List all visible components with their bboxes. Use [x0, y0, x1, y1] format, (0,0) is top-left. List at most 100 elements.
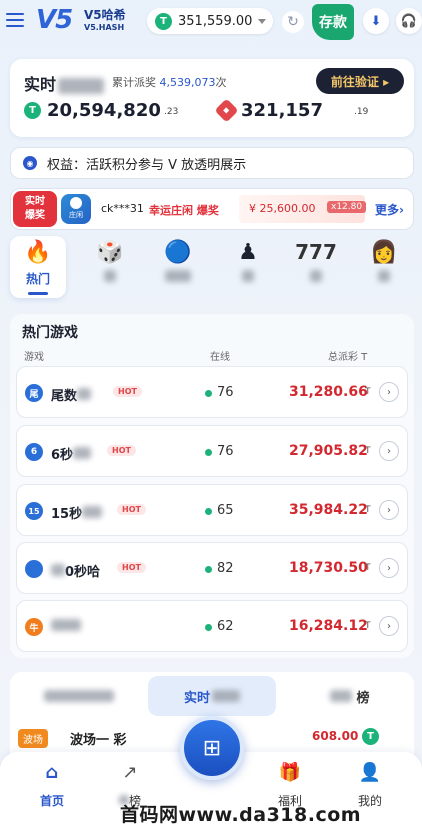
chevron-right-icon[interactable]: ›	[379, 616, 399, 636]
payout-unit: T	[365, 505, 371, 515]
dealer-icon: 👩	[370, 240, 398, 265]
jackpot-badge: 实时 爆奖	[13, 191, 57, 227]
hot-badge: HOT	[113, 386, 142, 397]
secondary-value: 321,157	[241, 100, 323, 121]
jackpot-desc: 幸运庄闲 爆奖	[149, 204, 219, 217]
payout-amount: 27,905.82	[289, 443, 368, 459]
app-subtitle: V5.HASH	[84, 23, 125, 32]
fire-icon: 🔥	[24, 240, 52, 265]
refresh-icon[interactable]: ↻	[282, 11, 304, 33]
table-row[interactable]: 6 6秒 HOT 76 27,905.82 T ›	[16, 425, 408, 477]
menu-icon[interactable]	[6, 13, 24, 27]
top-header: V5 V5哈希 V5.HASH T 351,559.00 ↻ 存款 ⬇ 🎧	[0, 0, 422, 46]
chart-icon: ↗	[122, 762, 138, 783]
tron-coin-icon: T	[155, 12, 172, 30]
column-total-payout: 总派彩 T	[328, 352, 368, 363]
ball-icon: 🔵	[164, 240, 192, 265]
user-icon: 👤	[358, 762, 382, 783]
stats-card: 实时 累计派奖 4,539,073次 前往验证 ▸ T 20,594,820 .…	[10, 59, 414, 137]
hot-games-title: 热门游戏	[22, 325, 78, 341]
category-ball[interactable]: 🔵	[150, 236, 206, 298]
nav-home[interactable]: ⌂ 首页	[22, 762, 82, 809]
balance-selector[interactable]: T 351,559.00	[147, 8, 273, 34]
secondary-total: ◆ 321,157	[214, 98, 323, 123]
game-icon: 尾	[25, 384, 43, 402]
jackpot-amount: ¥ 25,600.00	[249, 202, 316, 215]
game-icon: 6	[25, 443, 43, 461]
game-name	[51, 619, 81, 635]
category-slots[interactable]: 777	[288, 236, 344, 298]
game-icon	[25, 560, 43, 578]
dice-icon: 🎲	[96, 240, 124, 265]
stats-title: 实时	[24, 71, 105, 95]
feed-name: 波场一 彩	[70, 733, 127, 748]
online-dot-icon	[205, 624, 212, 631]
category-chess[interactable]: ♟	[220, 236, 276, 298]
primary-decimal: .23	[164, 107, 179, 117]
online-count: 65	[217, 503, 234, 518]
center-action-button[interactable]: ⊞	[180, 716, 244, 780]
red-diamond-coin-icon: ◆	[214, 98, 239, 123]
online-dot-icon	[205, 508, 212, 515]
game-name: 15秒	[51, 503, 103, 522]
tron-coin-icon: T	[24, 102, 41, 119]
category-hot[interactable]: 🔥 热门	[10, 236, 66, 298]
slot-777-icon: 777	[295, 240, 337, 264]
watermark: 首码网www.da318.com	[120, 804, 362, 826]
category-dice[interactable]: 🎲	[82, 236, 138, 298]
app-logo: V5	[36, 5, 73, 35]
verify-button[interactable]: 前往验证 ▸	[316, 68, 404, 94]
jackpot-user: ck***31	[101, 202, 144, 215]
deposit-button[interactable]: 存款	[312, 4, 354, 40]
chevron-right-icon[interactable]: ›	[379, 558, 399, 578]
app-name: V5哈希	[84, 8, 126, 22]
tab-ranking[interactable]: 榜	[300, 676, 400, 716]
notice-text: 权益：活跃积分参与 V 放透明展示	[47, 157, 247, 173]
payout-unit: T	[365, 563, 371, 573]
tab-realtime[interactable]: 实时	[148, 676, 276, 716]
chevron-right-icon[interactable]: ›	[379, 500, 399, 520]
game-name: 6秒	[51, 444, 92, 463]
online-dot-icon	[205, 390, 212, 397]
tab-left[interactable]	[24, 676, 134, 716]
payout-unit: T	[365, 387, 371, 397]
jackpot-ticker[interactable]: 实时 爆奖 庄闲 ck***31 幸运庄闲 爆奖 ¥ 25,600.00 x12.…	[10, 188, 414, 230]
table-row[interactable]: 牛 62 16,284.12 T ›	[16, 600, 408, 652]
jackpot-multiplier: x12.80	[327, 201, 367, 213]
download-icon[interactable]: ⬇	[363, 8, 389, 34]
headset-icon[interactable]: 🎧	[396, 8, 422, 34]
speaker-icon: ◉	[23, 156, 37, 170]
feed-badge: 波场	[18, 729, 48, 748]
secondary-decimal: .19	[354, 107, 369, 117]
payout-amount: 31,280.66	[289, 384, 368, 400]
cumulative-payout: 累计派奖 4,539,073次	[112, 76, 227, 89]
game-icon: 牛	[25, 618, 43, 636]
more-link[interactable]: 更多›	[375, 201, 404, 218]
table-row[interactable]: 0秒哈 HOT 82 18,730.50 T ›	[16, 542, 408, 594]
chevron-right-icon[interactable]: ›	[379, 441, 399, 461]
online-count: 76	[217, 385, 234, 400]
online-count: 82	[217, 561, 234, 576]
chess-icon: ♟	[238, 240, 258, 265]
payout-amount: 18,730.50	[289, 560, 368, 576]
chevron-right-icon[interactable]: ›	[379, 382, 399, 402]
notice-bar[interactable]: ◉ 权益：活跃积分参与 V 放透明展示	[10, 147, 414, 179]
tron-coin-icon: T	[362, 728, 379, 745]
baccarat-game-icon: 庄闲	[61, 194, 91, 224]
payout-unit: T	[365, 446, 371, 456]
online-dot-icon	[205, 566, 212, 573]
payout-amount: 16,284.12	[289, 618, 368, 634]
table-row[interactable]: 尾 尾数 HOT 76 31,280.66 T ›	[16, 366, 408, 418]
chevron-down-icon	[258, 18, 267, 24]
online-count: 76	[217, 444, 234, 459]
wallet-add-icon: ⊞	[202, 735, 222, 761]
column-game: 游戏	[24, 352, 44, 363]
hot-badge: HOT	[117, 504, 146, 515]
hot-badge: HOT	[107, 445, 136, 456]
online-dot-icon	[205, 449, 212, 456]
feed-amount: 608.00	[312, 729, 359, 743]
table-row[interactable]: 15 15秒 HOT 65 35,984.22 T ›	[16, 484, 408, 536]
category-live[interactable]: 👩	[356, 236, 412, 298]
game-icon: 15	[25, 502, 43, 520]
payout-amount: 35,984.22	[289, 502, 368, 518]
